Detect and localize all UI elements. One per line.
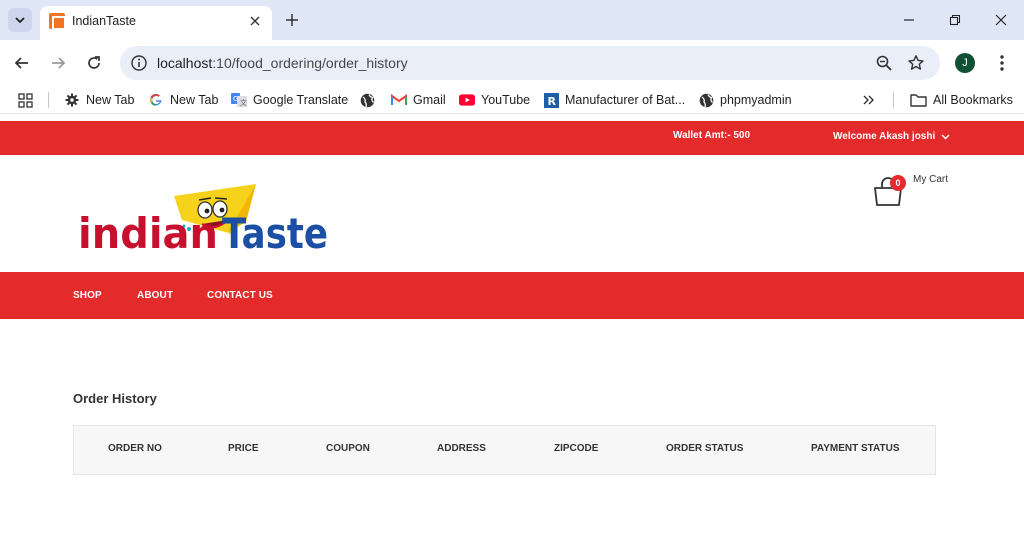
- bookmark-new-tab-1[interactable]: New Tab: [64, 90, 134, 110]
- reload-button[interactable]: [81, 50, 107, 76]
- page-title: Order History: [73, 391, 157, 406]
- youtube-icon: [459, 92, 475, 108]
- my-cart-link[interactable]: My Cart: [913, 174, 948, 185]
- new-tab-button[interactable]: [280, 8, 304, 32]
- gear-icon: [64, 92, 80, 108]
- forward-button[interactable]: [45, 50, 71, 76]
- arrow-left-icon: [14, 57, 28, 69]
- xampp-favicon-icon: [49, 13, 66, 30]
- main-navigation: SHOP ABOUT CONTACT US: [0, 272, 1024, 319]
- col-price: PRICE: [228, 443, 259, 454]
- cart-count-badge: 0: [890, 175, 906, 191]
- minimize-button[interactable]: [894, 6, 924, 34]
- bookmark-new-tab-2[interactable]: New Tab: [148, 90, 218, 110]
- svg-text:R: R: [547, 95, 556, 108]
- site-topbar: Wallet Amt:- 500 Welcome Akash joshi: [0, 121, 1024, 155]
- bookmark-globe[interactable]: [359, 90, 381, 110]
- site-info-icon[interactable]: [130, 54, 148, 72]
- r-icon: R: [543, 92, 559, 108]
- plus-icon: [286, 14, 298, 26]
- address-bar[interactable]: localhost:10/food_ordering/order_history: [120, 46, 940, 80]
- nav-shop[interactable]: SHOP: [73, 290, 102, 301]
- bookmark-gmail[interactable]: Gmail: [391, 90, 446, 110]
- translate-icon: G文: [231, 92, 247, 108]
- close-tab-icon[interactable]: [246, 12, 264, 30]
- tab-title: IndianTaste: [72, 14, 136, 28]
- tab-strip: IndianTaste: [0, 0, 1024, 40]
- chevron-down-icon: [941, 133, 950, 140]
- logo-text-indian: indian: [78, 209, 218, 254]
- browser-toolbar: localhost:10/food_ordering/order_history…: [0, 40, 1024, 86]
- bookmarks-bar: New Tab New Tab G文 Google Translate Gmai…: [0, 86, 1024, 114]
- bookmark-star-icon[interactable]: [907, 54, 925, 72]
- bookmarks-divider: [48, 92, 49, 108]
- apps-grid-icon: [18, 92, 33, 108]
- order-history-table: ORDER NO PRICE COUPON ADDRESS ZIPCODE OR…: [73, 425, 936, 475]
- all-bookmarks-button[interactable]: All Bookmarks: [909, 90, 1013, 110]
- folder-icon: [909, 92, 927, 108]
- logo-text-taste: Taste: [222, 209, 328, 254]
- close-window-button[interactable]: [986, 6, 1016, 34]
- bookmarks-divider-right: [893, 92, 894, 108]
- col-coupon: COUPON: [326, 443, 370, 454]
- chevron-down-icon: [15, 17, 25, 24]
- nav-about[interactable]: ABOUT: [137, 290, 173, 301]
- svg-text:文: 文: [240, 98, 247, 107]
- close-icon: [995, 14, 1007, 26]
- more-vertical-icon: [1000, 55, 1004, 71]
- globe-icon: [359, 92, 375, 108]
- more-bookmarks-button[interactable]: [863, 90, 875, 110]
- restore-icon: [949, 14, 961, 26]
- apps-button[interactable]: [18, 90, 33, 110]
- site-logo[interactable]: indian Taste: [78, 182, 338, 254]
- welcome-text: Welcome Akash joshi: [833, 131, 936, 142]
- zoom-icon[interactable]: [875, 54, 893, 72]
- col-zipcode: ZIPCODE: [554, 443, 599, 454]
- tab-search-button[interactable]: [8, 8, 32, 32]
- profile-avatar[interactable]: J: [955, 53, 975, 73]
- col-address: ADDRESS: [437, 443, 486, 454]
- reload-icon: [88, 56, 100, 69]
- col-payment-status: PAYMENT STATUS: [811, 443, 900, 454]
- svg-text:G: G: [233, 95, 238, 103]
- browser-menu-button[interactable]: [992, 52, 1012, 74]
- globe-icon: [698, 92, 714, 108]
- site-header: indian Taste 0 My Cart: [0, 155, 1024, 272]
- gmail-icon: [391, 92, 407, 108]
- url-text[interactable]: localhost:10/food_ordering/order_history: [157, 55, 408, 71]
- col-order-no: ORDER NO: [108, 443, 162, 454]
- user-menu[interactable]: Welcome Akash joshi: [833, 131, 950, 142]
- bookmark-google-translate[interactable]: G文 Google Translate: [231, 90, 348, 110]
- google-icon: [148, 92, 164, 108]
- wallet-amount: Wallet Amt:- 500: [673, 130, 751, 141]
- nav-contact-us[interactable]: CONTACT US: [207, 290, 273, 301]
- double-chevron-right-icon: [863, 95, 874, 105]
- browser-tab[interactable]: IndianTaste: [40, 6, 272, 40]
- restore-button[interactable]: [940, 6, 970, 34]
- bookmark-manufacturer[interactable]: R Manufacturer of Bat...: [543, 90, 685, 110]
- bookmark-phpmyadmin[interactable]: phpmyadmin: [698, 90, 792, 110]
- col-order-status: ORDER STATUS: [666, 443, 744, 454]
- back-button[interactable]: [9, 50, 35, 76]
- minimize-icon: [904, 19, 914, 21]
- arrow-right-icon: [52, 57, 66, 69]
- bookmark-youtube[interactable]: YouTube: [459, 90, 530, 110]
